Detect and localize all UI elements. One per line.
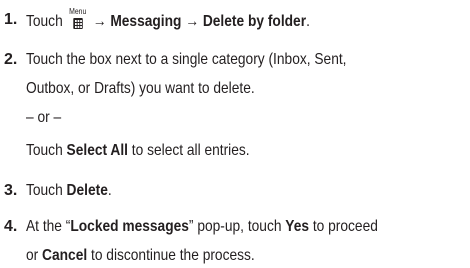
step-2-alternative: Touch Select All to select all entries.: [26, 142, 250, 159]
step-number: 1.: [4, 11, 18, 28]
step-3-text: Touch Delete.: [26, 182, 112, 199]
step-number: 3.: [4, 182, 18, 199]
step-4-line-2: or Cancel to discontinue the process.: [26, 247, 255, 264]
menu-path: → Messaging → Delete by folder: [92, 13, 307, 30]
instruction-page: 1. Touch Menu → Messaging → Delete by fo…: [0, 0, 470, 268]
step-number: 4.: [4, 218, 18, 235]
menu-key-icon: Menu: [68, 7, 87, 30]
step-4-line-1: At the “Locked messages” pop-up, touch Y…: [26, 218, 378, 235]
step-2-line-1: Touch the box next to a single category …: [26, 51, 347, 68]
step-2-or: – or –: [26, 109, 62, 126]
step-2-line-2: Outbox, or Drafts) you want to delete.: [26, 80, 255, 97]
step-number: 2.: [4, 51, 18, 68]
step-1-text: Touch Menu → Messaging → Delete by folde…: [26, 7, 310, 30]
